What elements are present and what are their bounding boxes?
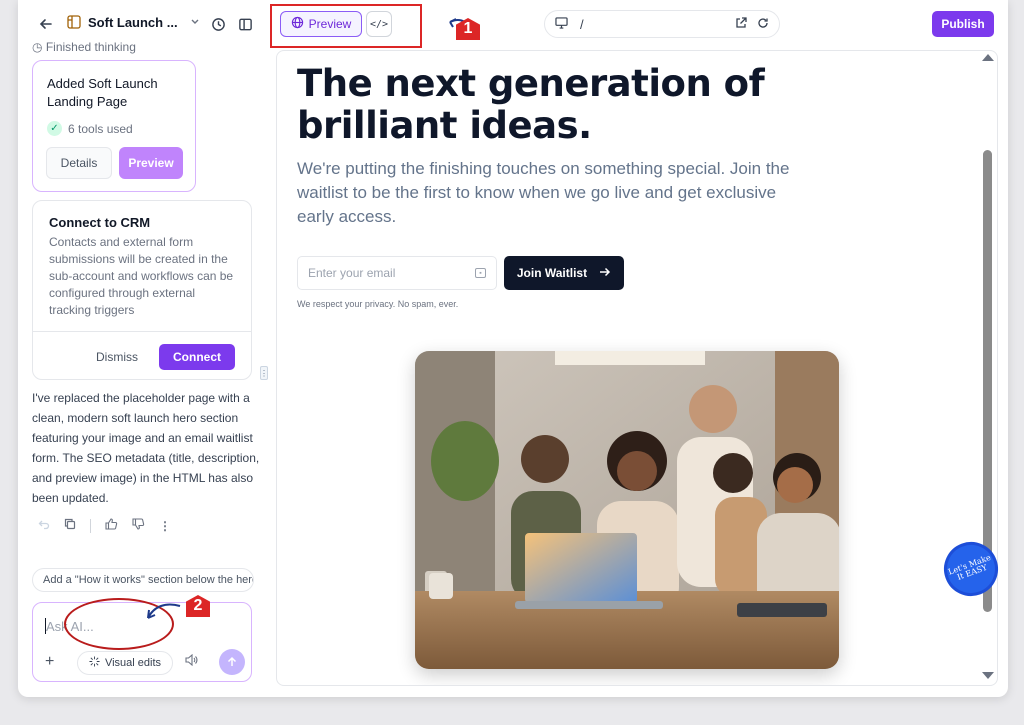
chevron-down-icon: [190, 16, 200, 29]
desktop-icon[interactable]: [555, 16, 568, 32]
scroll-down-arrow[interactable]: [982, 672, 994, 679]
chat-panel: ◷ Finished thinking Added Soft Launch La…: [18, 40, 266, 697]
message-actions: ⋮: [38, 518, 171, 533]
plus-icon[interactable]: +: [45, 653, 54, 671]
open-external-icon[interactable]: [735, 16, 747, 32]
project-name: Soft Launch ...: [88, 14, 178, 30]
more-icon[interactable]: ⋮: [159, 519, 171, 533]
back-arrow-icon[interactable]: [36, 14, 56, 34]
speaker-icon[interactable]: [185, 653, 198, 669]
thinking-status: ◷ Finished thinking: [32, 40, 136, 54]
arrow-right-icon: [599, 266, 611, 280]
crm-card: Connect to CRM Contacts and external for…: [32, 200, 252, 380]
crm-card-description: Contacts and external form submissions w…: [49, 235, 234, 317]
visual-edits-button[interactable]: Visual edits: [77, 651, 173, 675]
project-switcher[interactable]: Soft Launch ...: [66, 14, 200, 30]
crm-card-title: Connect to CRM: [49, 215, 151, 230]
clock-icon: ◷: [32, 40, 43, 54]
thumbs-down-icon[interactable]: [132, 518, 145, 533]
check-icon: ✓: [47, 121, 62, 136]
dismiss-button[interactable]: Dismiss: [87, 344, 147, 370]
copy-icon[interactable]: [64, 518, 76, 533]
details-button[interactable]: Details: [46, 147, 112, 179]
added-page-card: Added Soft Launch Landing Page ✓ 6 tools…: [32, 60, 196, 192]
scroll-thumb[interactable]: [983, 150, 992, 612]
email-input[interactable]: Enter your email ▪: [297, 256, 497, 290]
suggestion-chip[interactable]: Add a "How it works" section below the h…: [32, 568, 254, 592]
site-preview: The next generation of brilliant ideas. …: [276, 50, 998, 686]
app-window: Soft Launch ... Preview </> 1 / Publish …: [18, 0, 1008, 697]
url-bar[interactable]: /: [544, 10, 780, 38]
refresh-icon[interactable]: [757, 17, 769, 32]
panel-resize-handle[interactable]: ⋮: [260, 366, 268, 380]
autofill-icon: ▪: [475, 268, 486, 278]
project-icon: [66, 14, 82, 30]
scroll-up-arrow[interactable]: [982, 54, 994, 61]
card-preview-button[interactable]: Preview: [119, 147, 183, 179]
hero-subheadline: We're putting the finishing touches on s…: [297, 159, 790, 226]
connect-button[interactable]: Connect: [159, 344, 235, 370]
hero-headline: The next generation of brilliant ideas.: [297, 62, 765, 147]
assistant-message: I've replaced the placeholder page with …: [32, 391, 260, 505]
url-path: /: [580, 16, 584, 32]
history-icon[interactable]: [208, 14, 228, 34]
divider: [90, 518, 91, 533]
sparkle-icon: [89, 656, 100, 670]
thumbs-up-icon[interactable]: [105, 518, 118, 533]
tools-used: ✓ 6 tools used: [47, 121, 181, 136]
added-card-title: Added Soft Launch Landing Page: [47, 76, 158, 109]
privacy-note: We respect your privacy. No spam, ever.: [297, 299, 459, 309]
hero-image: [415, 351, 839, 669]
publish-button[interactable]: Publish: [932, 11, 994, 37]
undo-icon[interactable]: [38, 518, 50, 533]
sidebar-toggle-icon[interactable]: [235, 14, 255, 34]
send-arrow-icon[interactable]: [219, 649, 245, 675]
join-waitlist-button[interactable]: Join Waitlist: [504, 256, 624, 290]
annotation-highlight-box: [270, 4, 422, 48]
